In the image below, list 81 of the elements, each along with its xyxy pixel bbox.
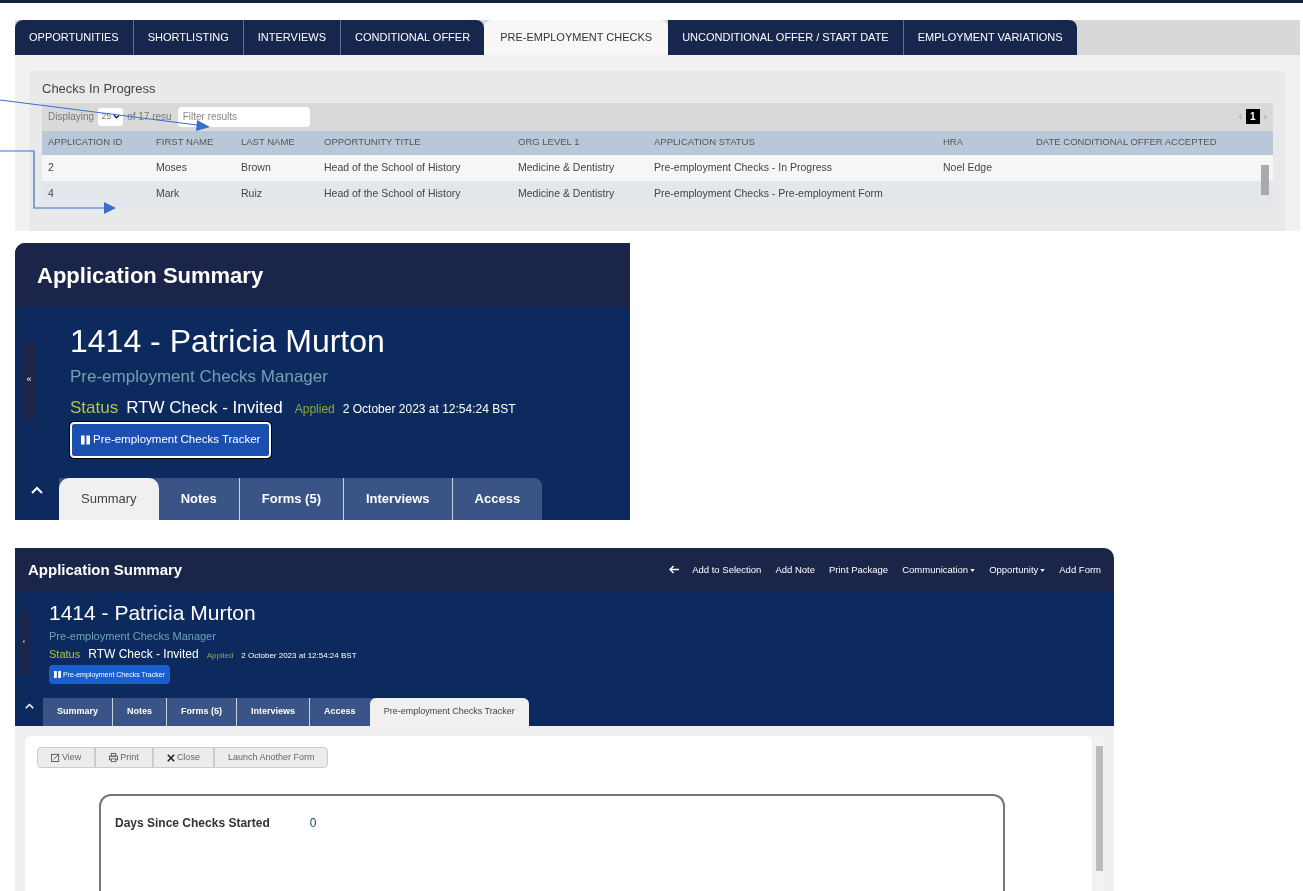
table-cell-text: Pre-employment Checks - Pre-employment Form [653, 185, 884, 201]
chevron-up-icon [31, 486, 43, 494]
chevron-down-icon [113, 114, 121, 119]
tab[interactable]: Interviews [344, 478, 453, 520]
panel-title: Application Summary [28, 559, 183, 580]
column-header[interactable]: DATE CONDITIONAL OFFER ACCEPTED [1030, 135, 1273, 150]
table-cell-text: Noel Edge [942, 159, 994, 175]
collapse-button[interactable]: « [22, 340, 36, 420]
applied-date: 2 October 2023 at 12:54:24 BST [342, 400, 516, 418]
status-value: RTW Check - Invited [126, 396, 283, 419]
toolbar-link[interactable]: Print Package [829, 562, 889, 577]
table-cell-text: 2 [47, 159, 55, 175]
tab[interactable]: Access [452, 478, 543, 520]
role-text: Pre-employment Checks Manager [70, 366, 329, 388]
role-text: Pre-employment Checks Manager [49, 628, 217, 644]
metric-label: Days Since Checks Started [115, 815, 270, 832]
filter-field[interactable]: Filter results [177, 106, 310, 127]
page-number[interactable]: 1 [1246, 109, 1260, 124]
tab[interactable]: CONDITIONAL OFFER [341, 20, 485, 55]
toolbar-button[interactable]: Close [152, 747, 214, 768]
toolbar-link[interactable]: Add Note [775, 562, 815, 577]
tab[interactable]: OPPORTUNITIES [15, 20, 134, 55]
status-label: Status [49, 647, 81, 663]
displaying-label: Displaying [48, 110, 95, 124]
column-header[interactable]: APPLICATION ID [42, 135, 150, 150]
tab[interactable]: Pre-employment Checks Tracker [369, 698, 529, 726]
tab[interactable]: EMPLOYMENT VARIATIONS [903, 20, 1077, 55]
panel-title: Application Summary [37, 261, 264, 290]
status-label: Status [70, 396, 119, 419]
column-header[interactable]: LAST NAME [235, 135, 318, 150]
column-header[interactable]: FIRST NAME [150, 135, 235, 150]
table-cell-text: Medicine & Dentistry [517, 185, 616, 201]
edit-icon [51, 753, 60, 762]
toolbar-button[interactable]: Print [95, 747, 153, 768]
toolbar-link[interactable]: Opportunity [989, 562, 1046, 577]
applicant-heading: 1414 - Patricia Murton [49, 599, 257, 626]
table-cell-text: Head of the School of History [323, 185, 462, 201]
close-icon [166, 753, 175, 762]
column-header[interactable]: APPLICATION STATUS [648, 135, 937, 150]
tab[interactable]: Access [310, 698, 370, 726]
columns-icon [54, 671, 61, 679]
tab[interactable]: Interviews [237, 698, 311, 726]
table-cell-text: Brown [240, 159, 272, 175]
tab[interactable]: INTERVIEWS [243, 20, 341, 55]
status-value: RTW Check - Invited [88, 646, 199, 664]
table-cell-text: 4 [47, 185, 55, 201]
tab[interactable]: Forms (5) [167, 698, 238, 726]
metric-value: 0 [309, 815, 317, 832]
toolbar-button[interactable]: Launch Another Form [213, 747, 329, 768]
tab[interactable]: UNCONDITIONAL OFFER / START DATE [668, 20, 904, 55]
applicant-heading: 1414 - Patricia Murton [70, 322, 386, 361]
toolbar-link[interactable]: Add to Selection [692, 562, 762, 577]
table-cell-text: Head of the School of History [323, 159, 462, 175]
toolbar-link[interactable]: Communication [902, 562, 976, 577]
table-cell-text: Ruiz [240, 185, 263, 201]
printer-icon [109, 753, 119, 762]
table-cell-text: Moses [155, 159, 188, 175]
table-cell-text: Mark [155, 185, 181, 201]
back-arrow-icon[interactable] [669, 565, 681, 575]
tab[interactable]: Notes [113, 698, 168, 726]
tab[interactable]: Summary [59, 478, 159, 520]
tab[interactable]: Notes [158, 478, 240, 520]
columns-icon [81, 435, 90, 445]
tab[interactable]: SHORTLISTING [133, 20, 244, 55]
tracker-button[interactable]: Pre-employment Checks Tracker [70, 422, 272, 458]
tab[interactable]: Summary [43, 698, 114, 726]
tab[interactable]: PRE-EMPLOYMENT CHECKS [484, 20, 669, 55]
applied-label: Applied [294, 400, 335, 418]
scrollbar[interactable] [1261, 164, 1269, 195]
tab[interactable]: Forms (5) [239, 478, 344, 520]
applied-date: 2 October 2023 at 12:54:24 BST [241, 650, 357, 663]
toolbar-button[interactable]: View [37, 747, 96, 768]
table-cell-text: Medicine & Dentistry [517, 159, 616, 175]
column-header[interactable]: HRA [937, 135, 1030, 150]
column-header[interactable]: OPPORTUNITY TITLE [318, 135, 512, 150]
table-cell-text: Pre-employment Checks - In Progress [653, 159, 833, 175]
chevron-up-icon [24, 703, 34, 709]
section-title: Checks In Progress [41, 80, 157, 98]
applied-label: Applied [206, 650, 234, 663]
toolbar-link[interactable]: Add Form [1059, 562, 1101, 577]
column-header[interactable]: ORG LEVEL 1 [512, 135, 648, 150]
